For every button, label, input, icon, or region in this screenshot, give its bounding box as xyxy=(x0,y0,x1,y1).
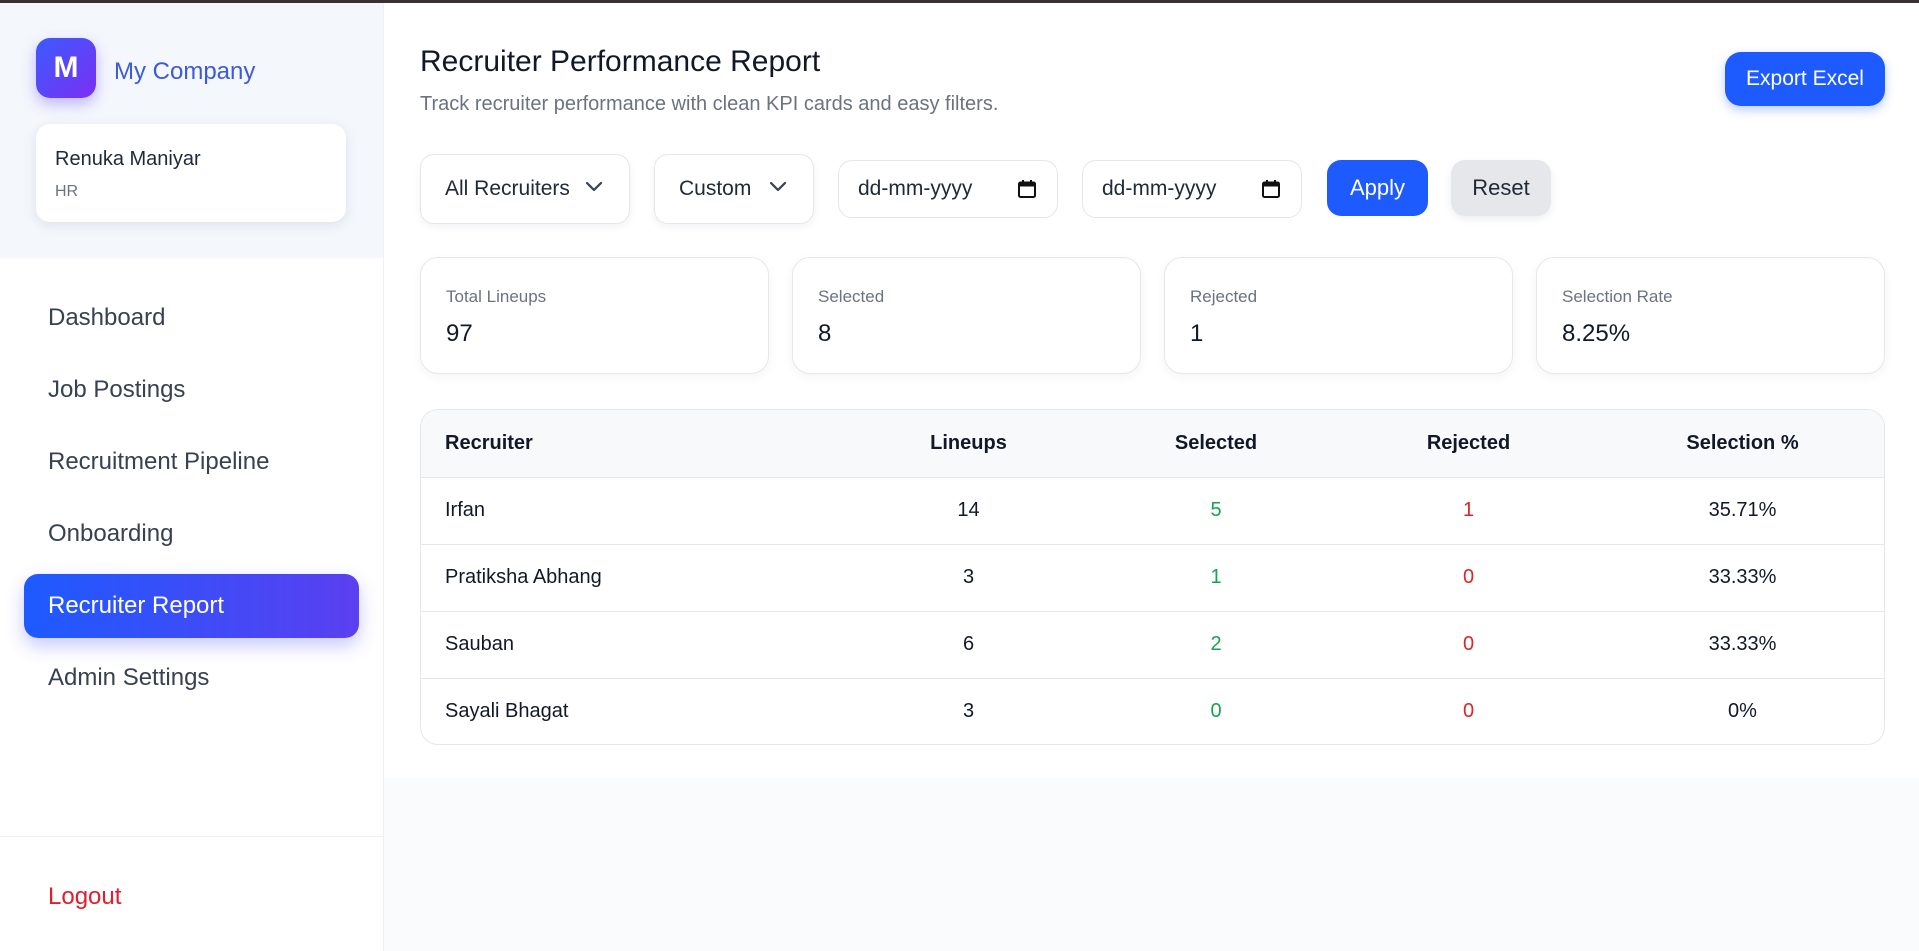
cell-selection-rate: 33.33% xyxy=(1601,544,1884,612)
kpi-value: 1 xyxy=(1190,320,1204,347)
column-header-lineups[interactable]: Lineups xyxy=(841,410,1096,478)
kpi-card-rejected: Rejected 1 xyxy=(1164,257,1513,374)
cell-rejected: 0 xyxy=(1462,700,1475,723)
sidebar-divider xyxy=(0,836,383,837)
date-from-placeholder: dd-mm-yyyy xyxy=(858,177,973,200)
kpi-label: Total Lineups xyxy=(446,287,547,306)
kpi-label: Selected xyxy=(818,287,885,306)
recruiter-select[interactable]: All Recruiters xyxy=(420,154,630,224)
date-range-select[interactable]: Custom xyxy=(654,154,814,224)
column-header-recruiter[interactable]: Recruiter xyxy=(421,410,841,478)
cell-recruiter: Pratiksha Abhang xyxy=(421,544,841,612)
sidebar-item-onboarding[interactable]: Onboarding xyxy=(24,502,359,566)
column-header-selected[interactable]: Selected xyxy=(1096,410,1336,478)
column-header-selection-rate[interactable]: Selection % xyxy=(1601,410,1884,478)
cell-recruiter: Irfan xyxy=(421,477,841,545)
cell-lineups: 3 xyxy=(962,700,975,723)
cell-selection-rate: 35.71% xyxy=(1601,477,1884,545)
sidebar-item-recruitment-pipeline[interactable]: Recruitment Pipeline xyxy=(24,430,359,494)
cell-lineups: 3 xyxy=(841,544,1096,612)
table-row: Sayali Bhagat 3 0 0 0% xyxy=(421,678,1884,744)
chevron-down-icon xyxy=(769,181,787,192)
page-subtitle: Track recruiter performance with clean K… xyxy=(420,93,999,115)
kpi-card-total-lineups: Total Lineups 97 xyxy=(420,257,769,374)
calendar-icon[interactable] xyxy=(1261,179,1281,199)
export-excel-button[interactable]: Export Excel xyxy=(1725,52,1885,106)
table-row: Irfan 14 5 1 35.71% xyxy=(421,477,1884,545)
sidebar-header: M My Company Renuka Maniyar HR xyxy=(0,3,383,258)
kpi-card-selected: Selected 8 xyxy=(792,257,1141,374)
sidebar-nav: Dashboard Job Postings Recruitment Pipel… xyxy=(24,286,359,710)
kpi-value: 8.25% xyxy=(1562,320,1631,347)
cell-lineups: 14 xyxy=(841,477,1096,545)
cell-recruiter: Sauban xyxy=(421,611,841,679)
cell-selected: 5 xyxy=(1096,477,1336,545)
table-row: Sauban 6 2 0 33.33% xyxy=(421,611,1884,679)
recruiter-select-value: All Recruiters xyxy=(445,177,570,200)
page-title: Recruiter Performance Report xyxy=(420,45,821,78)
table-row: Pratiksha Abhang 3 1 0 33.33% xyxy=(421,544,1884,612)
cell-selected: 0 xyxy=(1210,700,1222,723)
main-content: Recruiter Performance Report Track recru… xyxy=(384,3,1919,951)
cell-selected: 2 xyxy=(1096,611,1336,679)
cell-selection-rate: 0% xyxy=(1728,700,1757,723)
cell-recruiter: Sayali Bhagat xyxy=(445,700,569,723)
date-to-placeholder: dd-mm-yyyy xyxy=(1102,177,1217,200)
kpi-label: Selection Rate xyxy=(1562,287,1673,306)
cell-rejected: 0 xyxy=(1336,544,1601,612)
apply-button[interactable]: Apply xyxy=(1327,160,1428,216)
kpi-value: 8 xyxy=(818,320,832,347)
cell-selection-rate: 33.33% xyxy=(1601,611,1884,679)
user-role: HR xyxy=(55,183,79,200)
cell-rejected: 1 xyxy=(1336,477,1601,545)
company-logo: M xyxy=(36,38,96,98)
date-range-select-value: Custom xyxy=(679,177,752,200)
sidebar-item-dashboard[interactable]: Dashboard xyxy=(24,286,359,350)
recruiter-table: Recruiter Lineups Selected Rejected Sele… xyxy=(420,409,1885,745)
reset-button[interactable]: Reset xyxy=(1451,160,1551,216)
kpi-label: Rejected xyxy=(1190,287,1258,306)
main-background-bottom xyxy=(384,778,1919,951)
sidebar-item-recruiter-report[interactable]: Recruiter Report xyxy=(24,574,359,638)
cell-lineups: 6 xyxy=(841,611,1096,679)
cell-selected: 1 xyxy=(1096,544,1336,612)
calendar-icon[interactable] xyxy=(1017,179,1037,199)
kpi-card-selection-rate: Selection Rate 8.25% xyxy=(1536,257,1885,374)
kpi-value: 97 xyxy=(446,320,473,347)
table-header-row: Recruiter Lineups Selected Rejected Sele… xyxy=(421,410,1884,478)
chevron-down-icon xyxy=(585,181,603,192)
cell-rejected: 0 xyxy=(1336,611,1601,679)
user-card: Renuka Maniyar HR xyxy=(36,124,346,222)
date-from-input[interactable]: dd-mm-yyyy xyxy=(838,160,1058,218)
user-name: Renuka Maniyar xyxy=(55,148,201,170)
date-to-input[interactable]: dd-mm-yyyy xyxy=(1082,160,1302,218)
sidebar-item-job-postings[interactable]: Job Postings xyxy=(24,358,359,422)
logout-button[interactable]: Logout xyxy=(48,883,121,911)
sidebar: M My Company Renuka Maniyar HR Dashboard… xyxy=(0,3,384,951)
column-header-rejected[interactable]: Rejected xyxy=(1336,410,1601,478)
company-name[interactable]: My Company xyxy=(114,58,255,86)
sidebar-item-admin-settings[interactable]: Admin Settings xyxy=(24,646,359,710)
